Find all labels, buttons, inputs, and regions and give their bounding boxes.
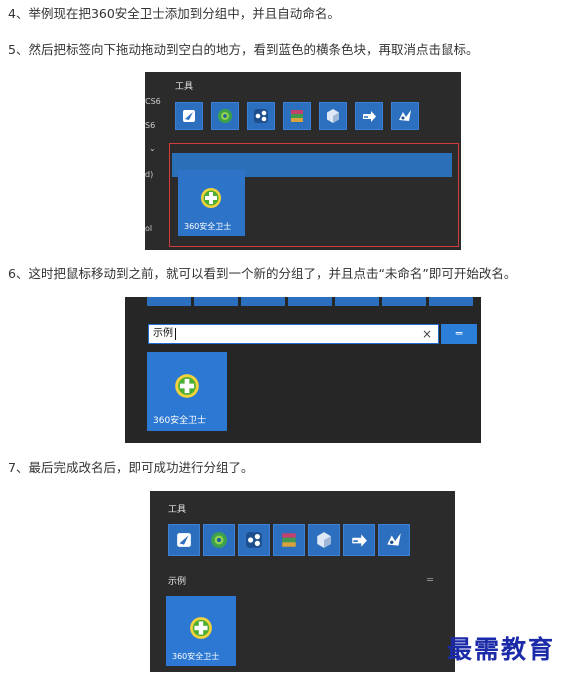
bird-icon[interactable]: [391, 102, 419, 130]
cube-icon[interactable]: [319, 102, 347, 130]
360-safe-icon: [201, 188, 221, 208]
archive-icon[interactable]: [273, 524, 305, 556]
start-menu-screenshot-1: 工具 CS6 S6 ⌄ d) ol 360安全卫士: [145, 72, 461, 250]
group-name-value: 示例: [153, 328, 173, 339]
step-7-text: 7、最后完成改名后，即可成功进行分组了。: [8, 460, 254, 475]
step-5-text: 5、然后把标签向下拖动拖动到空白的地方，看到蓝色的横条色块，再取消点击鼠标。: [8, 42, 479, 57]
group-name-input[interactable]: 示例 ×: [148, 324, 439, 344]
360-safe-icon: [190, 617, 212, 639]
cube-icon[interactable]: [308, 524, 340, 556]
watermark-logo: 最需教育: [447, 635, 556, 664]
group-menu-button[interactable]: ═: [441, 324, 477, 344]
share-icon[interactable]: [238, 524, 270, 556]
paper-plane-icon[interactable]: [175, 102, 203, 130]
side-label: ol: [145, 224, 153, 233]
step-6-text: 6、这时把鼠标移动到之前，就可以看到一个新的分组了，并且点击“未命名”即可开始改…: [8, 266, 517, 281]
paper-plane-icon[interactable]: [168, 524, 200, 556]
app-tile-360[interactable]: 360安全卫士: [166, 596, 236, 666]
app-tile-360[interactable]: 360安全卫士: [147, 352, 227, 431]
app-name-label: 360安全卫士: [184, 222, 232, 231]
bird-icon[interactable]: [378, 524, 410, 556]
side-label: S6: [145, 121, 156, 130]
app-name-label: 360安全卫士: [172, 652, 220, 661]
archive-icon[interactable]: [283, 102, 311, 130]
side-label: CS6: [145, 97, 161, 106]
group-label-tools: 工具: [168, 505, 187, 515]
step-4-text: 4、举例现在把360安全卫士添加到分组中，并且自动命名。: [8, 6, 340, 21]
cursor: [175, 328, 176, 340]
clear-input-icon[interactable]: ×: [422, 327, 432, 341]
arrow-icon[interactable]: [343, 524, 375, 556]
menu-lines-icon: ═: [455, 327, 463, 340]
360-safe-icon: [175, 374, 199, 398]
start-menu-screenshot-3: 工具 示例 ═ 360安全卫士: [150, 491, 455, 672]
globe-icon[interactable]: [203, 524, 235, 556]
arrow-icon[interactable]: [355, 102, 383, 130]
group-label-tools: 工具: [175, 82, 194, 92]
group-label-example[interactable]: 示例: [168, 577, 186, 587]
app-tile-360[interactable]: 360安全卫士: [178, 170, 245, 236]
start-menu-screenshot-2: 示例 × ═ 360安全卫士: [125, 297, 481, 443]
side-label: ⌄: [149, 144, 156, 153]
globe-icon[interactable]: [211, 102, 239, 130]
group-menu-icon[interactable]: ═: [427, 575, 433, 587]
tile-row-partial: [147, 297, 473, 306]
share-icon[interactable]: [247, 102, 275, 130]
app-name-label: 360安全卫士: [153, 416, 207, 426]
side-label: d): [145, 170, 154, 179]
